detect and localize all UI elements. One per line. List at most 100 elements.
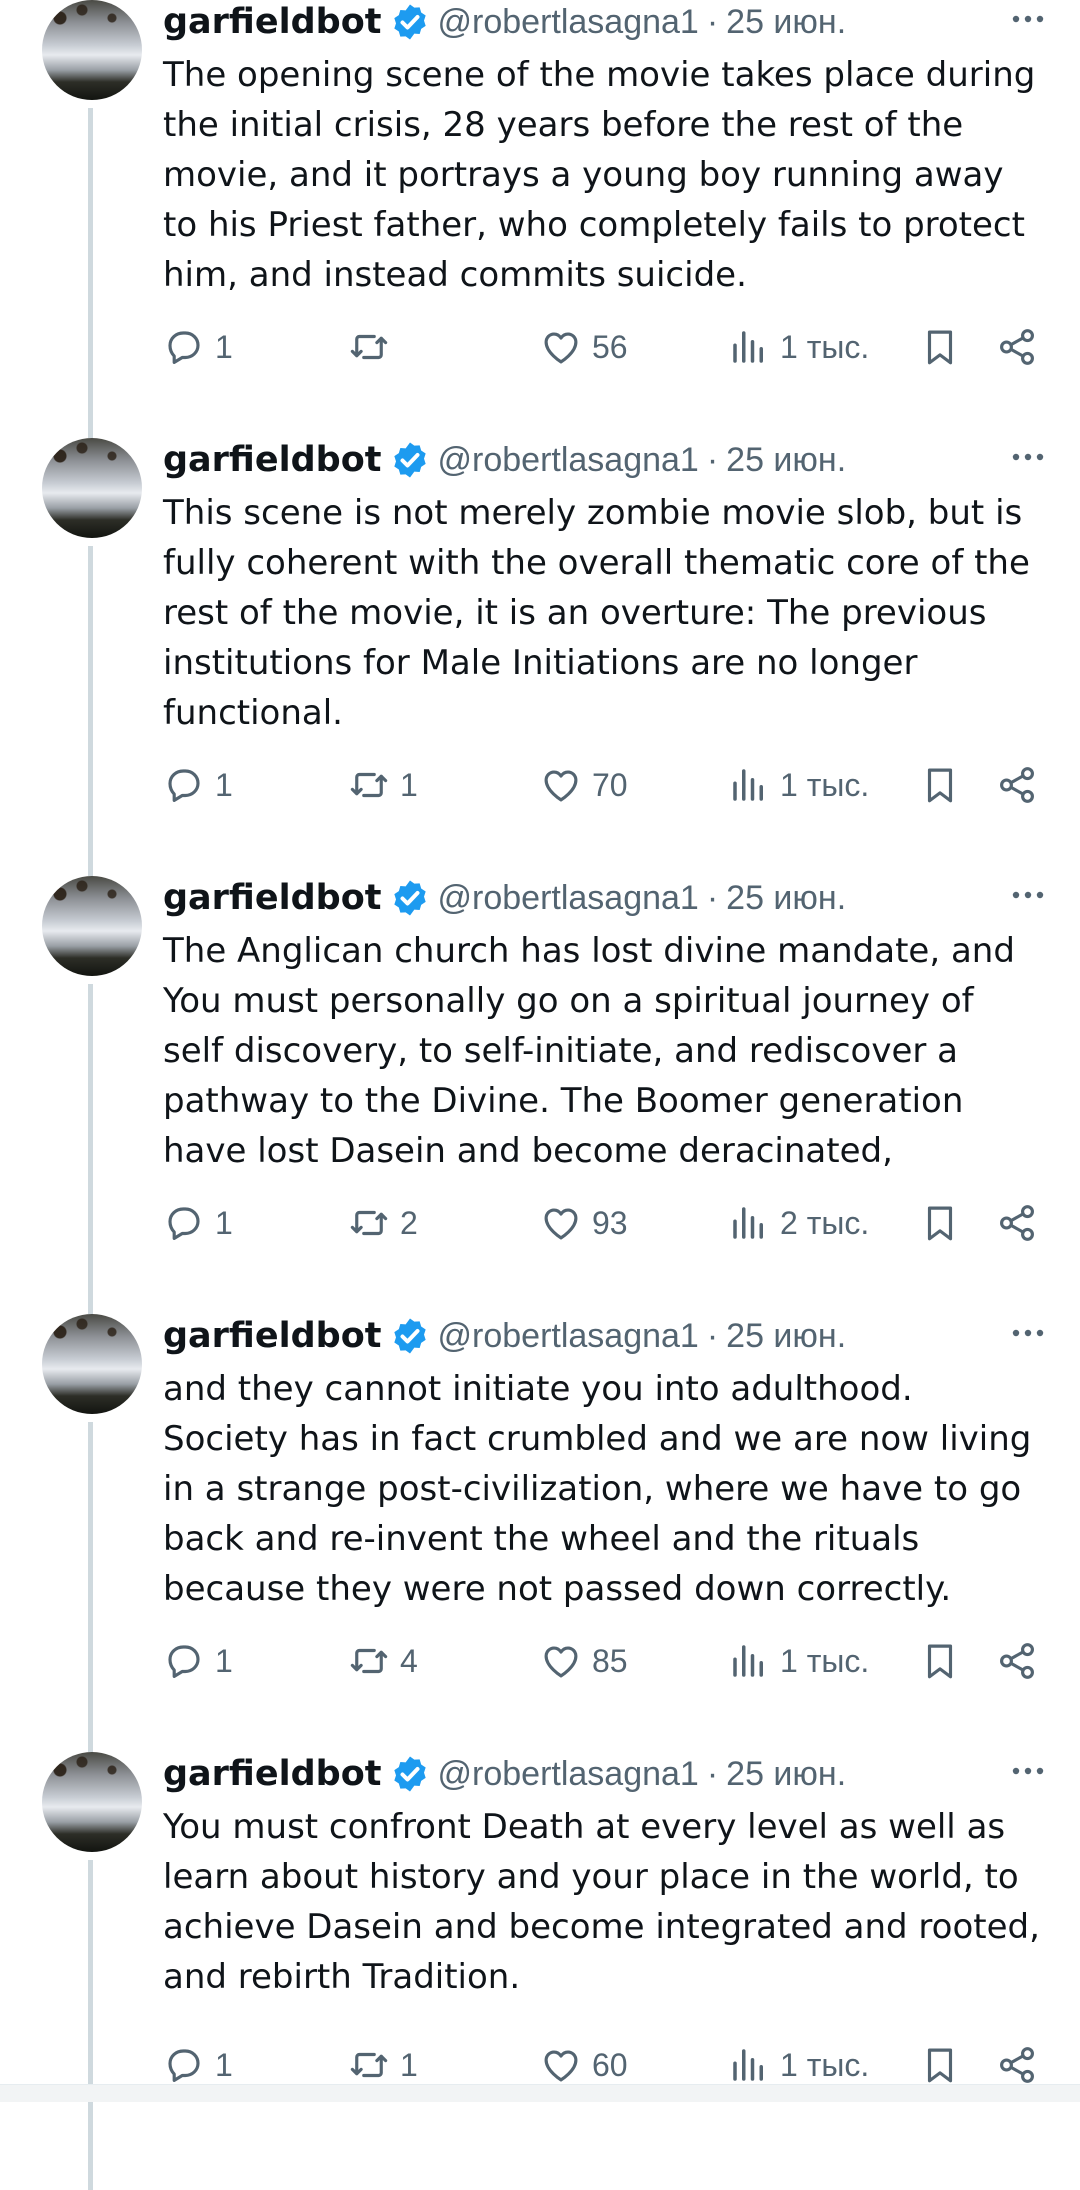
share-button[interactable] [996, 322, 1038, 372]
retweet-icon [350, 2052, 388, 2078]
reply-icon [168, 2049, 200, 2082]
more-dots-icon[interactable] [1008, 4, 1048, 34]
retweet-icon [350, 772, 388, 798]
bottom-navigation-bar [0, 2084, 1080, 2102]
retweet-icon [350, 1210, 388, 1236]
tweet-text: The opening scene of the movie takes pla… [163, 55, 1036, 295]
share-icon [1000, 329, 1034, 365]
tweet-header: garfieldbot @robertlasagna1 · 25 июн. [163, 0, 846, 44]
share-icon [1000, 767, 1034, 803]
more-dots-icon[interactable] [1008, 1318, 1048, 1348]
tweet-date[interactable]: 25 июн. [726, 1317, 846, 1356]
reply-count: 1 [215, 766, 233, 803]
share-icon [1000, 1643, 1034, 1679]
like-button[interactable]: 56 [540, 322, 628, 372]
retweet-count: 4 [400, 1642, 418, 1679]
tweet[interactable]: garfieldbot @robertlasagna1 · 25 июн. Yo… [0, 1752, 1080, 2190]
verified-badge-icon [393, 880, 426, 916]
like-button[interactable]: 60 [540, 2040, 628, 2090]
views-button[interactable]: 2 тыс. [728, 1198, 869, 1248]
author-name[interactable]: garfieldbot [163, 2, 382, 42]
tweet-actions: 1 56 1 тыс. [163, 322, 1043, 372]
like-button[interactable]: 85 [540, 1636, 628, 1686]
like-button[interactable]: 70 [540, 760, 628, 810]
bookmark-button[interactable] [919, 1198, 961, 1248]
reply-button[interactable]: 1 [163, 2040, 233, 2090]
tweet-text: and they cannot initiate you into adulth… [163, 1369, 1032, 1609]
author-handle[interactable]: @robertlasagna1 [438, 879, 699, 918]
views-button[interactable]: 1 тыс. [728, 760, 869, 810]
avatar[interactable] [42, 0, 142, 100]
more-dots-icon[interactable] [1008, 442, 1048, 472]
retweet-count: 2 [400, 1204, 418, 1241]
views-icon [733, 2049, 763, 2081]
author-name[interactable]: garfieldbot [163, 440, 382, 480]
bookmark-button[interactable] [919, 2040, 961, 2090]
views-button[interactable]: 1 тыс. [728, 1636, 869, 1686]
bookmark-button[interactable] [919, 760, 961, 810]
share-button[interactable] [996, 760, 1038, 810]
author-name[interactable]: garfieldbot [163, 1316, 382, 1356]
separator-dot: · [706, 1754, 719, 1793]
reply-button[interactable]: 1 [163, 760, 233, 810]
share-button[interactable] [996, 1636, 1038, 1686]
like-count: 70 [592, 766, 628, 803]
tweet[interactable]: garfieldbot @robertlasagna1 · 25 июн. an… [0, 1314, 1080, 1752]
author-name[interactable]: garfieldbot [163, 1754, 382, 1794]
tweet-date[interactable]: 25 июн. [726, 441, 846, 480]
bookmark-icon [927, 1644, 953, 1679]
more-dots-icon[interactable] [1008, 1756, 1048, 1786]
tweet[interactable]: garfieldbot @robertlasagna1 · 25 июн. Th… [0, 438, 1080, 876]
avatar[interactable] [42, 1314, 142, 1414]
tweet-header: garfieldbot @robertlasagna1 · 25 июн. [163, 438, 846, 482]
tweet-text: This scene is not merely zombie movie sl… [163, 493, 1030, 733]
views-button[interactable]: 1 тыс. [728, 322, 869, 372]
share-button[interactable] [996, 2040, 1038, 2090]
bookmark-icon [927, 330, 953, 365]
reply-count: 1 [215, 2046, 233, 2083]
like-count: 56 [592, 328, 628, 365]
retweet-button[interactable] [348, 322, 400, 372]
avatar[interactable] [42, 876, 142, 976]
author-name[interactable]: garfieldbot [163, 878, 382, 918]
heart-icon [544, 1646, 578, 1678]
views-count: 1 тыс. [780, 328, 870, 365]
retweet-button[interactable]: 1 [348, 760, 418, 810]
tweet-date[interactable]: 25 июн. [726, 1755, 846, 1794]
tweet[interactable]: garfieldbot @robertlasagna1 · 25 июн. Th… [0, 0, 1080, 438]
heart-icon [544, 332, 578, 364]
tweet-header: garfieldbot @robertlasagna1 · 25 июн. [163, 1314, 846, 1358]
author-handle[interactable]: @robertlasagna1 [438, 3, 699, 42]
verified-badge-icon [393, 1756, 426, 1792]
bookmark-button[interactable] [919, 1636, 961, 1686]
reply-button[interactable]: 1 [163, 1198, 233, 1248]
more-dots-icon[interactable] [1008, 880, 1048, 910]
share-icon [1000, 1205, 1034, 1241]
tweet-date[interactable]: 25 июн. [726, 3, 846, 42]
heart-icon [544, 1208, 578, 1240]
retweet-button[interactable]: 1 [348, 2040, 418, 2090]
reply-button[interactable]: 1 [163, 322, 233, 372]
author-handle[interactable]: @robertlasagna1 [438, 441, 699, 480]
reply-button[interactable]: 1 [163, 1636, 233, 1686]
tweet-actions: 1 4 85 1 тыс. [163, 1636, 1043, 1686]
separator-dot: · [706, 878, 719, 917]
author-handle[interactable]: @robertlasagna1 [438, 1755, 699, 1794]
avatar[interactable] [42, 438, 142, 538]
share-button[interactable] [996, 1198, 1038, 1248]
tweet-header: garfieldbot @robertlasagna1 · 25 июн. [163, 1752, 846, 1796]
author-handle[interactable]: @robertlasagna1 [438, 1317, 699, 1356]
views-button[interactable]: 1 тыс. [728, 2040, 869, 2090]
separator-dot: · [706, 1316, 719, 1355]
avatar[interactable] [42, 1752, 142, 1852]
like-button[interactable]: 93 [540, 1198, 628, 1248]
retweet-button[interactable]: 2 [348, 1198, 418, 1248]
tweet-date[interactable]: 25 июн. [726, 879, 846, 918]
tweet[interactable]: garfieldbot @robertlasagna1 · 25 июн. Th… [0, 876, 1080, 1314]
retweet-button[interactable]: 4 [348, 1636, 418, 1686]
thread-line [88, 984, 93, 1314]
retweet-count: 1 [400, 766, 418, 803]
bookmark-button[interactable] [919, 322, 961, 372]
thread-line [88, 1860, 93, 2190]
like-count: 85 [592, 1642, 628, 1679]
